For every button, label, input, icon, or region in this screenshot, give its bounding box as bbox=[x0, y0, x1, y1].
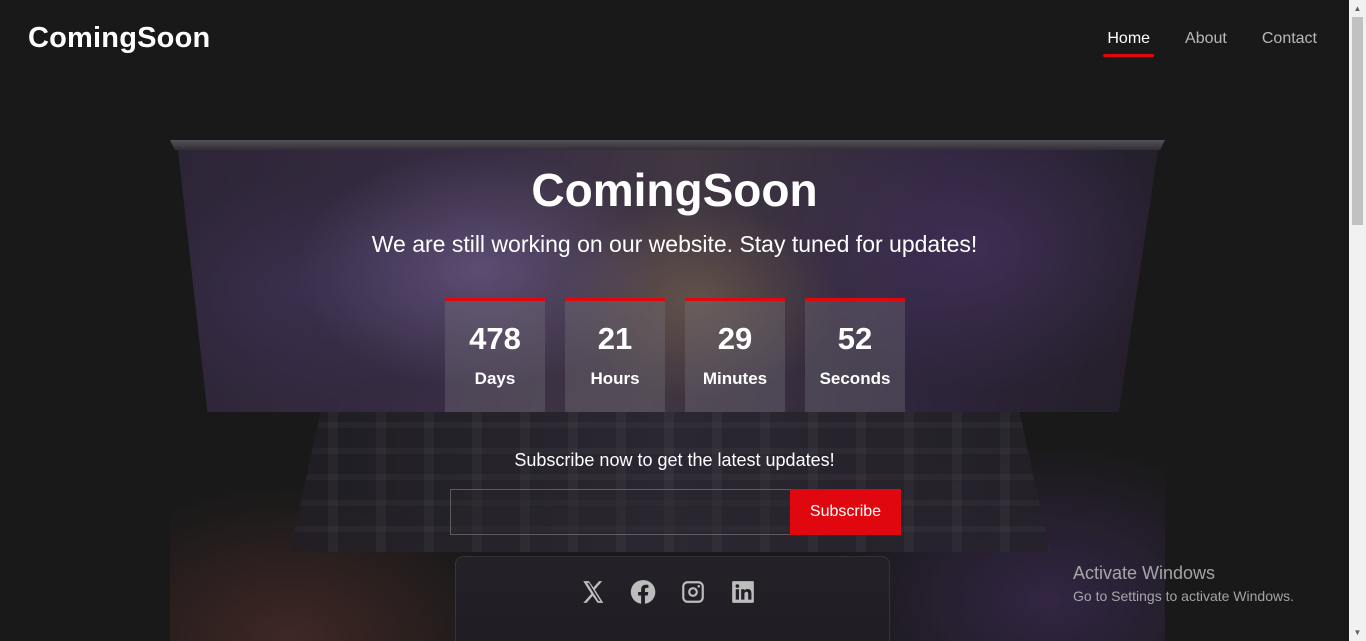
instagram-icon[interactable] bbox=[680, 579, 706, 605]
scroll-thumb[interactable] bbox=[1352, 17, 1363, 225]
countdown-seconds: 52 Seconds bbox=[805, 298, 905, 412]
social-links bbox=[580, 579, 756, 605]
hero-title: ComingSoon bbox=[531, 164, 818, 216]
countdown-label: Hours bbox=[590, 369, 640, 388]
subscribe-text: Subscribe now to get the latest updates! bbox=[514, 450, 835, 470]
countdown-label: Minutes bbox=[702, 369, 768, 388]
main-nav: Home About Contact bbox=[1103, 29, 1319, 57]
watermark-title: Activate Windows bbox=[1073, 563, 1216, 583]
x-icon[interactable] bbox=[580, 579, 606, 605]
nav-home[interactable]: Home bbox=[1103, 29, 1154, 57]
countdown-value: 478 bbox=[469, 321, 521, 356]
countdown: 478 Days 21 Hours 29 Minutes 52 Seconds bbox=[445, 298, 905, 412]
hero-subtitle: We are still working on our website. Sta… bbox=[371, 231, 978, 257]
brand-logo[interactable]: ComingSoon bbox=[28, 22, 210, 55]
countdown-value: 21 bbox=[597, 321, 633, 356]
countdown-minutes: 29 Minutes bbox=[685, 298, 785, 412]
countdown-label: Days bbox=[474, 369, 516, 388]
scroll-down-arrow-icon[interactable]: ▼ bbox=[1349, 624, 1366, 641]
facebook-icon[interactable] bbox=[630, 579, 656, 605]
scroll-up-arrow-icon[interactable]: ▲ bbox=[1349, 0, 1366, 17]
email-input[interactable] bbox=[450, 489, 790, 535]
watermark-subtitle: Go to Settings to activate Windows. bbox=[1073, 588, 1294, 604]
countdown-value: 29 bbox=[717, 321, 753, 356]
vertical-scrollbar[interactable]: ▲ ▼ bbox=[1349, 0, 1366, 641]
nav-contact[interactable]: Contact bbox=[1260, 29, 1319, 57]
page: ComingSoon Home About Contact ComingSoon… bbox=[0, 0, 1349, 641]
countdown-hours: 21 Hours bbox=[565, 298, 665, 412]
subscribe-button[interactable]: Subscribe bbox=[790, 489, 901, 535]
linkedin-icon[interactable] bbox=[730, 579, 756, 605]
nav-about[interactable]: About bbox=[1183, 29, 1229, 57]
countdown-days: 478 Days bbox=[445, 298, 545, 412]
countdown-label: Seconds bbox=[819, 369, 891, 388]
subscribe-form: Subscribe bbox=[450, 489, 901, 535]
windows-activation-watermark: Activate Windows Go to Settings to activ… bbox=[1073, 563, 1294, 604]
countdown-value: 52 bbox=[837, 321, 873, 356]
